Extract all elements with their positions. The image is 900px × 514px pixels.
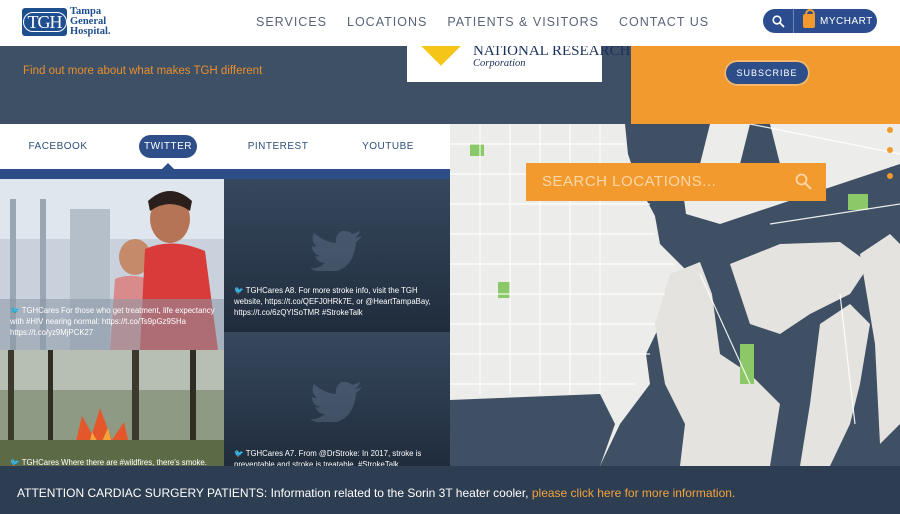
cardiac-alert-bar: ATTENTION CARDIAC SURGERY PATIENTS: Info… (0, 466, 900, 514)
tab-twitter[interactable]: TWITTER (139, 135, 197, 158)
tab-youtube[interactable]: YOUTUBE (352, 135, 424, 158)
logo-mark: TGH (22, 8, 67, 36)
tweet-tile-stroke-a8[interactable]: 🐦 TGHCares A8. For more stroke info, visi… (224, 179, 450, 332)
alert-message: ATTENTION CARDIAC SURGERY PATIENTS: Info… (17, 486, 736, 500)
site-header: TGH Tampa General Hospital. SERVICES LOC… (0, 0, 900, 46)
subscribe-button[interactable]: SUBSCRIBE (724, 60, 810, 86)
twitter-icon: 🐦 (10, 306, 20, 315)
twitter-icon (310, 382, 362, 422)
search-locations-input[interactable]: SEARCH LOCATIONS... (526, 163, 826, 201)
tweet-text: 🐦 TGHCares A7. From @DrStroke: In 2017, s… (234, 449, 422, 466)
nav-contact-us[interactable]: CONTACT US (619, 15, 709, 29)
tweet-text: 🐦 TGHCares A8. For more stroke info, visi… (234, 286, 431, 317)
social-tabs: FACEBOOK TWITTER PINTEREST YOUTUBE (0, 124, 450, 170)
nrc-sub: Corporation (473, 58, 526, 69)
twitter-icon (310, 231, 362, 271)
mychart-label: MYCHART (820, 15, 873, 27)
newsletter-panel: SUBSCRIBE (631, 46, 900, 124)
tab-underline (0, 169, 450, 179)
mychart-button[interactable]: MYCHART (763, 9, 877, 33)
tweet-tile-stroke-a7[interactable]: 🐦 TGHCares A7. From @DrStroke: In 2017, s… (224, 332, 450, 466)
nav-services[interactable]: SERVICES (256, 15, 327, 29)
twitter-icon: 🐦 (234, 286, 244, 295)
promo-band: Find out more about what makes TGH diffe… (0, 26, 900, 124)
tgh-logo[interactable]: TGH Tampa General Hospital. (22, 6, 111, 37)
tweet-tile-wildfires[interactable]: 🐦 TGHCares Where there are #wildfires, th… (0, 350, 224, 466)
tweet-text: 🐦 TGHCares Where there are #wildfires, th… (10, 458, 207, 466)
tab-pinterest[interactable]: PINTEREST (242, 135, 314, 158)
nav-patients-visitors[interactable]: PATIENTS & VISITORS (447, 15, 599, 29)
tweet-text: 🐦 TGHCares For those who get treatment, l… (10, 306, 215, 337)
search-icon[interactable] (795, 173, 812, 190)
wildfire-photo (0, 350, 224, 466)
search-icon[interactable] (763, 9, 794, 33)
tab-facebook[interactable]: FACEBOOK (22, 135, 94, 158)
lock-icon (803, 9, 815, 28)
nrc-logo: NATIONAL RESEARCH Corporation (407, 26, 630, 82)
nav-locations[interactable]: LOCATIONS (347, 15, 427, 29)
main-nav: SERVICES LOCATIONS PATIENTS & VISITORS C… (256, 15, 729, 29)
logo-text: Tampa General Hospital. (70, 6, 111, 37)
active-tab-caret (162, 163, 174, 169)
alert-link[interactable]: please click here for more information. (532, 486, 735, 500)
search-locations-placeholder: SEARCH LOCATIONS... (542, 173, 717, 190)
tweet-tile-hiv[interactable]: 🐦 TGHCares For those who get treatment, l… (0, 179, 224, 350)
twitter-icon: 🐦 (10, 458, 20, 466)
about-tgh-link[interactable]: Find out more about what makes TGH diffe… (23, 65, 262, 77)
twitter-icon: 🐦 (234, 449, 244, 458)
